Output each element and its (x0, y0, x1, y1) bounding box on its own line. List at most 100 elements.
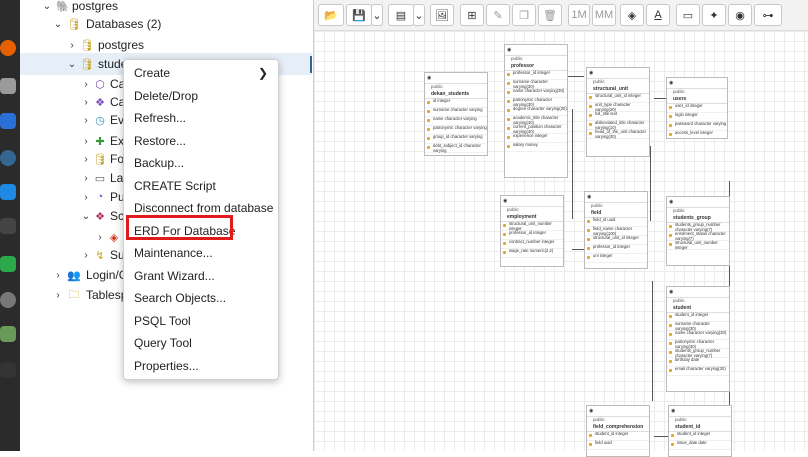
settings-icon[interactable] (0, 292, 16, 308)
one-to-many-button[interactable]: 1M (568, 4, 590, 26)
tablespace-icon: 🗀 (68, 288, 80, 301)
add-note-button[interactable]: ▭ (676, 4, 700, 26)
save-button[interactable]: 💾 (346, 4, 372, 26)
chevron-right-icon[interactable]: › (81, 97, 91, 108)
erd-canvas[interactable]: ◉ public dekan_students id integer surna… (314, 31, 808, 457)
chevron-right-icon[interactable]: › (81, 136, 91, 147)
chevron-right-icon[interactable]: › (67, 40, 77, 51)
download-image-button[interactable]: 🖼 (430, 4, 454, 26)
eye-icon[interactable]: ◉ (585, 192, 647, 203)
chevron-right-icon: ❯ (257, 66, 268, 80)
eye-icon[interactable]: ◉ (667, 78, 727, 89)
app-dock (0, 0, 20, 451)
chevron-down-icon: ⌄ (372, 9, 382, 22)
tree-row-databases[interactable]: ⌄ 🛢 Databases (2) (20, 13, 312, 35)
menu-item-grant-wizard[interactable]: Grant Wizard... (134, 266, 215, 286)
menu-item-restore[interactable]: Restore... (134, 131, 186, 151)
chevron-right-icon[interactable]: › (81, 79, 91, 90)
erd-table[interactable]: ◉ public student_id student_id integer i… (668, 405, 732, 457)
chevron-down-icon: ⌄ (414, 9, 424, 22)
chevron-down-icon[interactable]: ⌄ (53, 19, 63, 30)
chevron-right-icon[interactable]: › (53, 270, 63, 281)
trash-icon[interactable] (0, 326, 16, 342)
layout-button[interactable]: ⊶ (754, 4, 782, 26)
eye-icon[interactable]: ◉ (425, 73, 487, 84)
eye-icon[interactable]: ◉ (667, 197, 729, 208)
menu-item-maintenance[interactable]: Maintenance... (134, 243, 213, 263)
eye-icon[interactable]: ◉ (669, 406, 731, 417)
auto-align-button[interactable]: ✦ (702, 4, 726, 26)
erd-table[interactable]: ◉ public professor professor_id integer … (504, 44, 568, 178)
relation-line (572, 109, 573, 219)
chevron-down-icon[interactable]: ⌄ (81, 211, 91, 222)
firefox-icon[interactable] (0, 40, 16, 56)
clone-table-button[interactable]: ❐ (512, 4, 536, 26)
menu-item-create[interactable]: Create (134, 63, 268, 83)
erd-table[interactable]: ◉ public student student_id integer surn… (666, 286, 730, 392)
terminal-icon[interactable] (0, 218, 16, 234)
show-details-button[interactable]: ◉ (728, 4, 752, 26)
files-icon[interactable] (0, 78, 16, 94)
publication-icon: ◔ (96, 191, 104, 203)
chevron-right-icon[interactable]: › (81, 250, 91, 261)
database-icon: 🛢 (80, 39, 94, 52)
eye-icon[interactable]: ◉ (587, 68, 649, 79)
edit-table-button[interactable]: ✎ (486, 4, 510, 26)
menu-item-refresh[interactable]: Refresh... (134, 108, 186, 128)
drop-table-button[interactable]: 🗑 (538, 4, 562, 26)
fill-color-button[interactable]: ◈ (620, 4, 644, 26)
sql-options-button[interactable]: ⌄ (413, 4, 425, 26)
eye-icon[interactable]: ◉ (587, 406, 649, 417)
chevron-right-icon[interactable]: › (53, 290, 63, 301)
add-table-button[interactable]: ⊞ (460, 4, 484, 26)
save-options-button[interactable]: ⌄ (371, 4, 383, 26)
catalogs-icon: ❖ (95, 96, 105, 109)
erd-table[interactable]: ◉ public dekan_students id integer surna… (424, 72, 488, 156)
menu-item-properties[interactable]: Properties... (134, 356, 199, 376)
public-schema-icon: ◈ (109, 231, 119, 244)
chevron-right-icon[interactable]: › (81, 192, 91, 203)
app-green-icon[interactable] (0, 256, 16, 272)
vscode-icon[interactable] (0, 184, 16, 200)
chevron-right-icon[interactable]: › (81, 115, 91, 126)
menu-item-backup[interactable]: Backup... (134, 153, 184, 173)
menu-item-query-tool[interactable]: Query Tool (134, 333, 192, 353)
chevron-right-icon[interactable]: › (95, 232, 105, 243)
docs-icon[interactable] (0, 113, 16, 129)
database-group-icon: 🛢 (67, 18, 81, 31)
highlight-box (126, 215, 233, 240)
extension-icon: ✚ (95, 135, 105, 148)
erd-table[interactable]: ◉ public users user_id integer login int… (666, 77, 728, 139)
many-to-many-button[interactable]: MM (592, 4, 616, 26)
schema-icon: ❖ (95, 210, 105, 223)
chevron-right-icon[interactable]: › (81, 154, 91, 165)
login-role-icon: 👥 (67, 269, 81, 282)
event-trigger-icon: ◷ (95, 114, 105, 127)
elephant-icon: 🐘 (56, 0, 70, 13)
menu-item-create-script[interactable]: CREATE Script (134, 176, 216, 196)
erd-table[interactable]: ◉ public field field_id uuid field_name … (584, 191, 648, 269)
chevron-right-icon[interactable]: › (81, 173, 91, 184)
chevron-down-icon[interactable]: ⌄ (67, 59, 77, 70)
selection-indicator (310, 56, 312, 73)
eye-icon[interactable]: ◉ (505, 45, 567, 56)
eye-icon[interactable]: ◉ (501, 196, 563, 207)
menu-item-search-objects[interactable]: Search Objects... (134, 288, 226, 308)
relation-line (652, 281, 653, 401)
chevron-down-icon[interactable]: ⌄ (42, 1, 52, 12)
text-color-button[interactable]: A (646, 4, 670, 26)
erd-table[interactable]: ◉ public field_comprehension student_id … (586, 405, 650, 457)
subscription-icon: ↯ (95, 249, 105, 262)
app-grid-icon[interactable] (0, 362, 16, 378)
generate-sql-button[interactable]: ▤ (388, 4, 414, 26)
pgadmin-icon[interactable] (0, 150, 16, 166)
erd-table[interactable]: ◉ public employment structural_unit_numb… (500, 195, 564, 267)
erd-table[interactable]: ◉ public students_group students_group_n… (666, 196, 730, 266)
menu-item-psql-tool[interactable]: PSQL Tool (134, 311, 191, 331)
menu-item-delete-drop[interactable]: Delete/Drop (134, 86, 198, 106)
eye-icon[interactable]: ◉ (667, 287, 729, 298)
relation-line (650, 146, 651, 221)
open-file-button[interactable]: 📂 (318, 4, 344, 26)
casts-icon: ⬡ (95, 78, 105, 91)
erd-table[interactable]: ◉ public structural_unit structural_unit… (586, 67, 650, 157)
